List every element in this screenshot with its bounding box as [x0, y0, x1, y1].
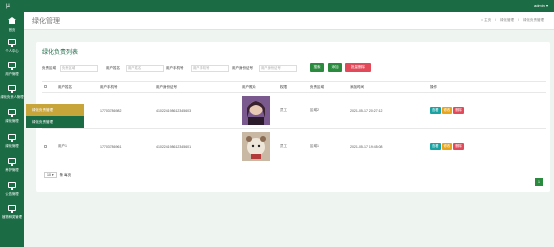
- filter-label: 用户身份证号: [232, 66, 253, 70]
- top-bar: μ admin ▾: [0, 0, 554, 12]
- breadcrumb-home[interactable]: ⌂ 主页: [481, 18, 491, 22]
- list-card: 绿化负责列表 负责区域 负责区域 用户姓名 用户姓名 用户手机号 用户手机号 用…: [36, 42, 550, 192]
- sidebar-item-label: 公告管理: [5, 192, 19, 196]
- sidebar-item-greening[interactable]: 绿化管理: [0, 106, 24, 126]
- sidebar-item-greening-2[interactable]: 绿化管理: [0, 131, 24, 151]
- user-menu[interactable]: admin ▾: [534, 3, 548, 8]
- sidebar-item-home[interactable]: 首页: [0, 14, 24, 34]
- filter-label: 负责区域: [42, 66, 56, 70]
- submenu-item[interactable]: 绿化负责管理: [26, 116, 84, 128]
- row-checkbox[interactable]: [44, 144, 47, 148]
- table-header-row: 用户姓名 用户手机号 用户身份证号 用户照片 权限 负责区域 添加时间 操作: [42, 81, 546, 93]
- breadcrumb: ⌂ 主页 / 绿化管理 / 绿化负责管理: [481, 18, 544, 22]
- cell-idcard: 410224198612345601: [154, 128, 240, 165]
- cell-name: 用户1: [56, 128, 98, 165]
- column-header: 负责区域: [308, 81, 348, 93]
- breadcrumb-current: 绿化负责管理: [523, 18, 544, 22]
- column-header: 用户姓名: [56, 81, 98, 93]
- sidebar-item-label: 养护管理: [5, 168, 19, 172]
- home-icon: [8, 17, 16, 24]
- submenu-item-active[interactable]: 绿化负责管理: [26, 104, 84, 116]
- name-input[interactable]: 用户姓名: [126, 65, 164, 72]
- view-button[interactable]: 查看: [430, 107, 441, 114]
- cell-idcard: 410224198612345603: [154, 92, 240, 129]
- sidebar-item-label: 个人中心: [5, 49, 19, 53]
- monitor-icon: [8, 158, 16, 166]
- idcard-input[interactable]: 用户身份证号: [259, 65, 297, 72]
- edit-button[interactable]: 修改: [441, 107, 453, 114]
- page-button-1[interactable]: 1: [535, 178, 543, 186]
- page-size-label: 条 每页: [59, 173, 72, 177]
- select-all-checkbox[interactable]: [44, 85, 47, 88]
- sidebar-submenu: 绿化负责管理 绿化负责管理: [26, 104, 84, 128]
- cell-area: 区域1: [308, 128, 348, 165]
- sidebar-item-label: 首页: [8, 28, 16, 32]
- column-header: 用户照片: [240, 81, 278, 93]
- sidebar-item-label: 绿化管理: [5, 119, 19, 123]
- monitor-icon: [8, 62, 16, 70]
- column-header: 用户手机号: [98, 81, 154, 93]
- cell-phone: 17703786982: [98, 92, 154, 129]
- monitor-icon: [8, 39, 16, 47]
- batch-delete-button[interactable]: 批量删除: [345, 63, 371, 72]
- search-button[interactable]: 搜索: [310, 63, 324, 72]
- column-header: 添加时间: [348, 81, 428, 93]
- sidebar-item-green-manager[interactable]: 绿化负责人管理: [0, 82, 24, 102]
- user-photo: [242, 132, 270, 162]
- column-header: 用户身份证号: [154, 81, 240, 93]
- sidebar-item-label: 绿化管理: [5, 144, 19, 148]
- sidebar-item-notices[interactable]: 公告管理: [0, 179, 24, 199]
- filter-label: 用户姓名: [106, 66, 120, 70]
- filter-label: 用户手机号: [166, 66, 184, 70]
- column-header: 操作: [428, 81, 546, 93]
- user-photo: [242, 96, 270, 125]
- sidebar-item-users[interactable]: 用户管理: [0, 59, 24, 79]
- card-title: 绿化负责列表: [42, 50, 79, 56]
- area-input[interactable]: 负责区域: [60, 65, 98, 72]
- cell-time: 2021-05-17 19:45:08: [348, 128, 428, 165]
- sidebar-item-plant-types[interactable]: 植物种类管理: [0, 202, 24, 222]
- monitor-icon: [8, 134, 16, 142]
- edit-button[interactable]: 修改: [441, 143, 453, 151]
- app-logo: μ: [6, 2, 10, 9]
- page-size-control: 10 ▾ 条 每页: [44, 172, 71, 178]
- cell-role: 员工: [278, 92, 308, 129]
- cell-phone: 17703786961: [98, 128, 154, 165]
- add-button[interactable]: 添加: [328, 63, 342, 72]
- phone-input[interactable]: 用户手机号: [191, 65, 229, 72]
- delete-button[interactable]: 删除: [453, 143, 464, 151]
- view-button[interactable]: 查看: [430, 143, 441, 151]
- monitor-icon: [8, 182, 16, 190]
- sidebar-item-label: 用户管理: [5, 72, 19, 76]
- sidebar-item-profile[interactable]: 个人中心: [0, 36, 24, 56]
- monitor-icon: [8, 109, 16, 117]
- sidebar: 首页 个人中心 用户管理 绿化负责人管理 绿化管理 绿化管理 养护管理 公告管理…: [0, 12, 24, 247]
- cell-role: 员工: [278, 128, 308, 165]
- sidebar-item-label: 绿化负责人管理: [0, 95, 24, 99]
- sidebar-item-maintenance[interactable]: 养护管理: [0, 155, 24, 175]
- table-row: 用户 17703786982 410224198612345603 员工 区域2…: [42, 92, 546, 129]
- monitor-icon: [8, 205, 16, 213]
- breadcrumb-item[interactable]: 绿化管理: [500, 18, 514, 22]
- page-header: 绿化管理 ⌂ 主页 / 绿化管理 / 绿化负责管理: [24, 12, 554, 30]
- data-table: 用户姓名 用户手机号 用户身份证号 用户照片 权限 负责区域 添加时间 操作 用…: [42, 81, 546, 165]
- column-header: 权限: [278, 81, 308, 93]
- delete-button[interactable]: 删除: [453, 107, 464, 114]
- page-title: 绿化管理: [32, 18, 60, 25]
- cell-time: 2021-05-17 20:27:12: [348, 92, 428, 129]
- sidebar-item-label: 植物种类管理: [2, 215, 22, 219]
- page-size-select[interactable]: 10 ▾: [44, 172, 57, 178]
- table-row: 用户1 17703786961 410224198612345601 员工 区域…: [42, 128, 546, 165]
- monitor-icon: [8, 85, 16, 93]
- cell-area: 区域2: [308, 92, 348, 129]
